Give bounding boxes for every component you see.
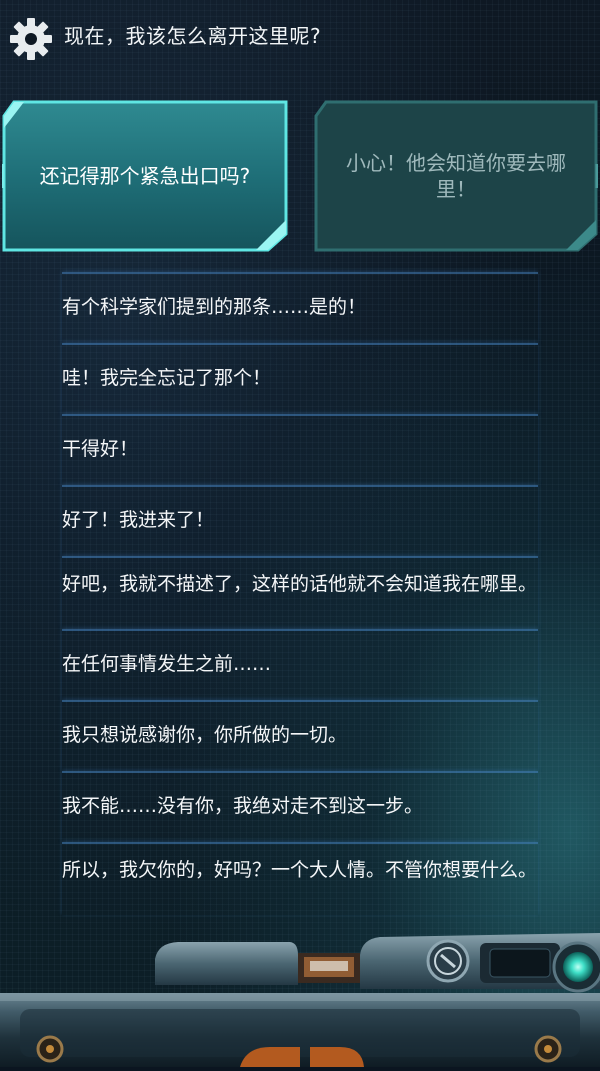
circular-arrow-button-icon (426, 939, 470, 983)
green-indicator-light-icon (552, 941, 600, 993)
log-entry: 在任何事情发生之前…… (62, 629, 538, 700)
gear-icon (10, 18, 52, 60)
log-entry: 好了！我进来了！ (62, 485, 538, 556)
log-entry: 好吧，我就不描述了，这样的话他就不会知道我在哪里。 (62, 556, 538, 629)
settings-button[interactable] (8, 16, 54, 62)
choice-label: 还记得那个紧急出口吗? (39, 164, 251, 188)
log-entry: 哇！我完全忘记了那个！ (62, 343, 538, 414)
log-entry: 有个科学家们提到的那条……是的！ (62, 272, 538, 343)
choice-label: 小心！他会知道你要去哪里！ (346, 151, 566, 201)
device-panel (0, 897, 600, 1067)
screw-icon (36, 1035, 64, 1063)
screw-icon (534, 1035, 562, 1063)
dialogue-log: 有个科学家们提到的那条……是的！ 哇！我完全忘记了那个！ 干得好！ 好了！我进来… (62, 272, 538, 915)
log-entry: 我不能……没有你，我绝对走不到这一步。 (62, 771, 538, 842)
log-entry: 我只想说感谢你，你所做的一切。 (62, 700, 538, 771)
choice-button-emergency-exit[interactable]: 还记得那个紧急出口吗? (2, 100, 288, 252)
device-panel-graphic (0, 933, 600, 1067)
dialogue-prompt: 现在，我该怎么离开这里呢? (64, 24, 322, 48)
choice-button-warning[interactable]: 小心！他会知道你要去哪里！ (314, 100, 598, 252)
log-entry: 干得好！ (62, 414, 538, 485)
